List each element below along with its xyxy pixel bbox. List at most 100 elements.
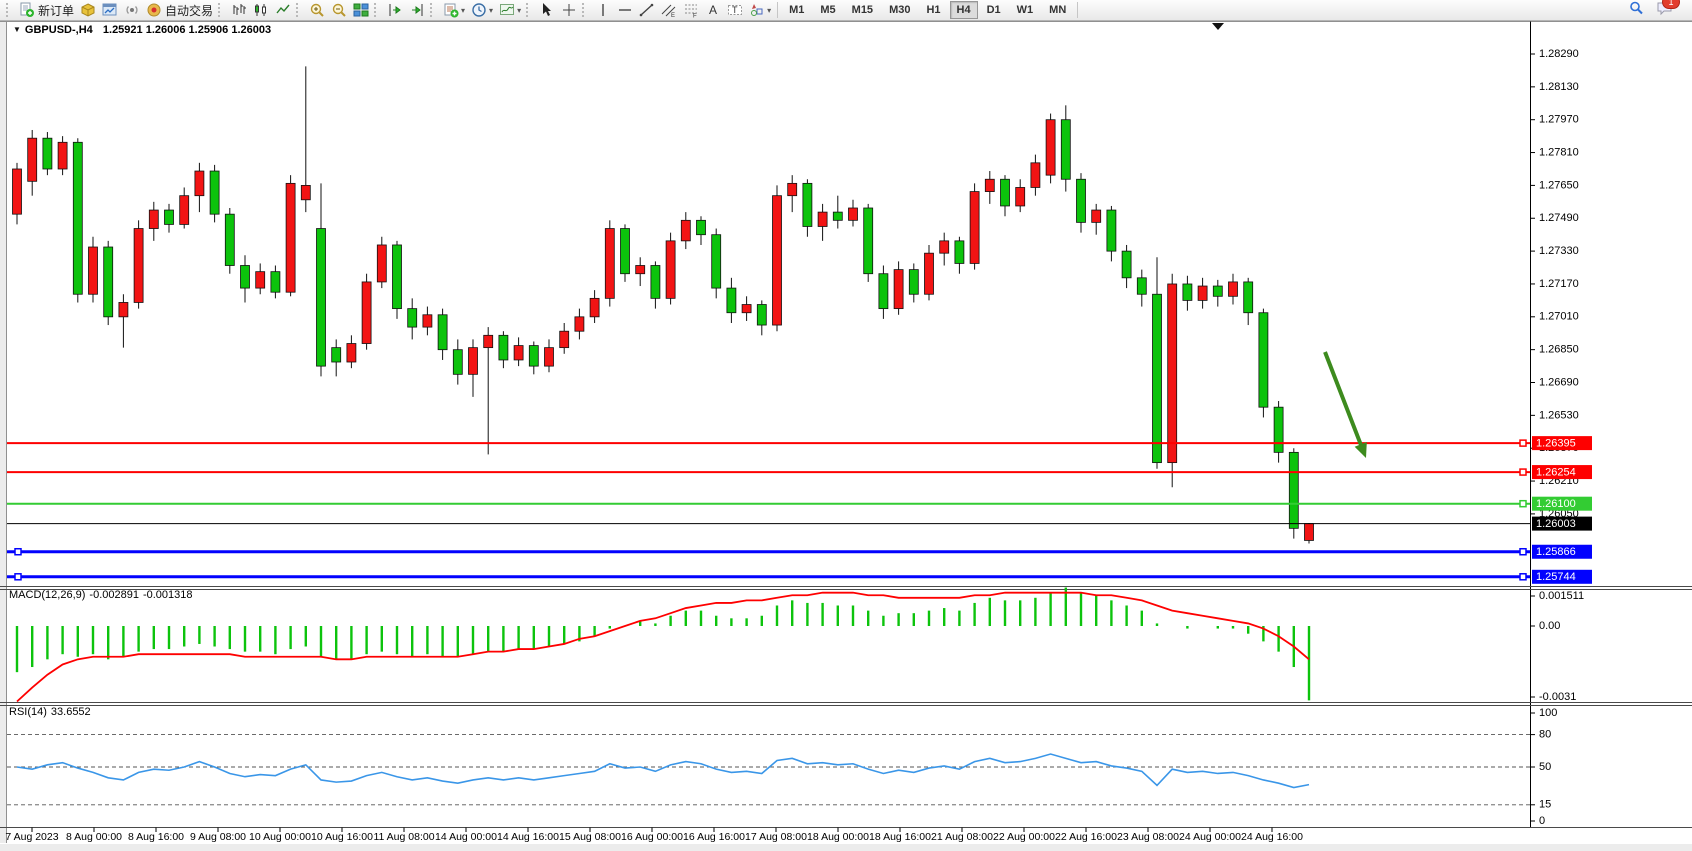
line-handle[interactable]	[1520, 574, 1526, 580]
macd-value-1: -0.002891	[89, 589, 139, 601]
line-handle[interactable]	[15, 574, 21, 580]
line-handle[interactable]	[1520, 440, 1526, 446]
autotrade-icon	[146, 2, 162, 18]
new-order-button[interactable]: 新订单	[16, 1, 77, 20]
candle-bearish	[651, 265, 660, 298]
candlestick-chart-button[interactable]	[250, 1, 272, 19]
chevron-down-icon[interactable]: ▾	[489, 6, 493, 15]
time-axis-label: 22 Aug 00:00	[993, 831, 1055, 843]
candle-bullish	[423, 315, 432, 327]
time-axis-label: 21 Aug 08:00	[931, 831, 993, 843]
fibonacci-button[interactable]: F	[680, 1, 702, 19]
timeframe-button-h1[interactable]: H1	[919, 1, 947, 19]
bar-chart-button[interactable]	[228, 1, 250, 19]
candle-bearish	[1289, 452, 1298, 528]
line-handle[interactable]	[15, 549, 21, 555]
cursor-button[interactable]	[536, 1, 558, 19]
candle-bullish	[560, 331, 569, 347]
candle-bullish	[605, 229, 614, 299]
add-indicator-button[interactable]: ▾	[440, 1, 468, 19]
notification-badge: 1	[1662, 0, 1680, 9]
timeframe-button-m15[interactable]: M15	[845, 1, 880, 19]
timeframe-button-w1[interactable]: W1	[1010, 1, 1041, 19]
candle-bearish	[697, 220, 706, 234]
shapes-button[interactable]: ▾	[746, 1, 774, 19]
autotrade-button[interactable]: 自动交易	[143, 1, 216, 20]
template-button[interactable]: ▾	[496, 1, 524, 19]
svg-text:F: F	[693, 14, 697, 19]
auto-scroll-button[interactable]	[406, 1, 428, 19]
candle-bullish	[1046, 120, 1055, 175]
timeframe-button-m5[interactable]: M5	[813, 1, 842, 19]
shapes-icon	[749, 2, 765, 18]
candle-bearish	[438, 315, 447, 350]
trendline-button[interactable]	[636, 1, 658, 19]
zoom-in-button[interactable]	[306, 1, 328, 19]
text-label-button[interactable]: T	[724, 1, 746, 19]
chart-area[interactable]: 1.282901.281301.279701.278101.276501.274…	[0, 21, 1692, 851]
time-axis-label: 18 Aug 00:00	[807, 831, 869, 843]
candle-bearish	[1259, 313, 1268, 407]
bottom-strip	[0, 844, 1692, 851]
notifications-button[interactable]: 1	[1656, 0, 1674, 21]
crosshair-button[interactable]	[558, 1, 580, 19]
candle-bullish	[818, 212, 827, 226]
chevron-down-icon[interactable]: ▾	[517, 6, 521, 15]
candle-bearish	[453, 350, 462, 375]
svg-text:E: E	[671, 13, 675, 18]
price-badge-label: 1.26254	[1536, 466, 1576, 478]
candle-bearish	[225, 214, 234, 265]
tile-windows-button[interactable]	[350, 1, 372, 19]
chart-window-icon	[102, 2, 118, 18]
time-axis-label: 16 Aug 16:00	[683, 831, 745, 843]
line-handle[interactable]	[1520, 501, 1526, 507]
candle-bearish	[909, 270, 918, 295]
search-icon[interactable]	[1628, 0, 1644, 21]
chart-window-button[interactable]	[99, 1, 121, 19]
timeframe-button-h4[interactable]: H4	[950, 1, 978, 19]
chevron-down-icon[interactable]: ▾	[767, 6, 771, 15]
time-axis-label: 11 Aug 08:00	[373, 831, 434, 843]
macd-axis-label: -0.0031	[1539, 691, 1576, 703]
candle-bearish	[712, 235, 721, 288]
candle-bullish	[773, 196, 782, 325]
vertical-line-button[interactable]	[592, 1, 614, 19]
timeframe-button-mn[interactable]: MN	[1042, 1, 1073, 19]
text-label-icon: T	[727, 2, 743, 18]
chevron-down-icon[interactable]: ▼	[13, 25, 21, 34]
toolbar-separator	[777, 2, 778, 18]
cube-button[interactable]	[77, 1, 99, 19]
candle-bearish	[1122, 251, 1131, 278]
rsi-axis-label: 80	[1539, 729, 1551, 741]
candle-bullish	[1229, 282, 1238, 296]
timeframe-button-d1[interactable]: D1	[980, 1, 1008, 19]
line-handle[interactable]	[1520, 549, 1526, 555]
price-axis-label: 1.28290	[1539, 48, 1579, 60]
price-axis-label: 1.28130	[1539, 81, 1579, 93]
candle-bearish	[621, 229, 630, 274]
crosshair-icon	[561, 2, 577, 18]
zoom-out-button[interactable]	[328, 1, 350, 19]
candle-bullish	[1198, 286, 1207, 300]
horizontal-line-button[interactable]	[614, 1, 636, 19]
chevron-down-icon[interactable]: ▾	[461, 6, 465, 15]
text-button[interactable]: A	[702, 1, 724, 19]
candle-bullish	[575, 317, 584, 331]
candle-bullish	[134, 229, 143, 303]
toolbar-grip	[6, 3, 13, 17]
candle-bullish	[970, 192, 979, 264]
time-axis-label: 14 Aug 00:00	[435, 831, 497, 843]
timeframe-button-m30[interactable]: M30	[882, 1, 917, 19]
line-handle[interactable]	[1520, 469, 1526, 475]
period-button[interactable]: ▾	[468, 1, 496, 19]
channel-button[interactable]: E	[658, 1, 680, 19]
toolbar-separator	[1077, 2, 1078, 18]
macd-indicator-label: MACD(12,26,9)-0.002891-0.001318	[9, 589, 197, 601]
vertical-line-icon	[595, 2, 611, 18]
line-chart-button[interactable]	[272, 1, 294, 19]
candle-bullish	[286, 183, 295, 292]
chart-shift-button[interactable]	[384, 1, 406, 19]
signal-button[interactable]	[121, 1, 143, 19]
timeframe-button-m1[interactable]: M1	[782, 1, 811, 19]
tile-windows-icon	[353, 2, 369, 18]
